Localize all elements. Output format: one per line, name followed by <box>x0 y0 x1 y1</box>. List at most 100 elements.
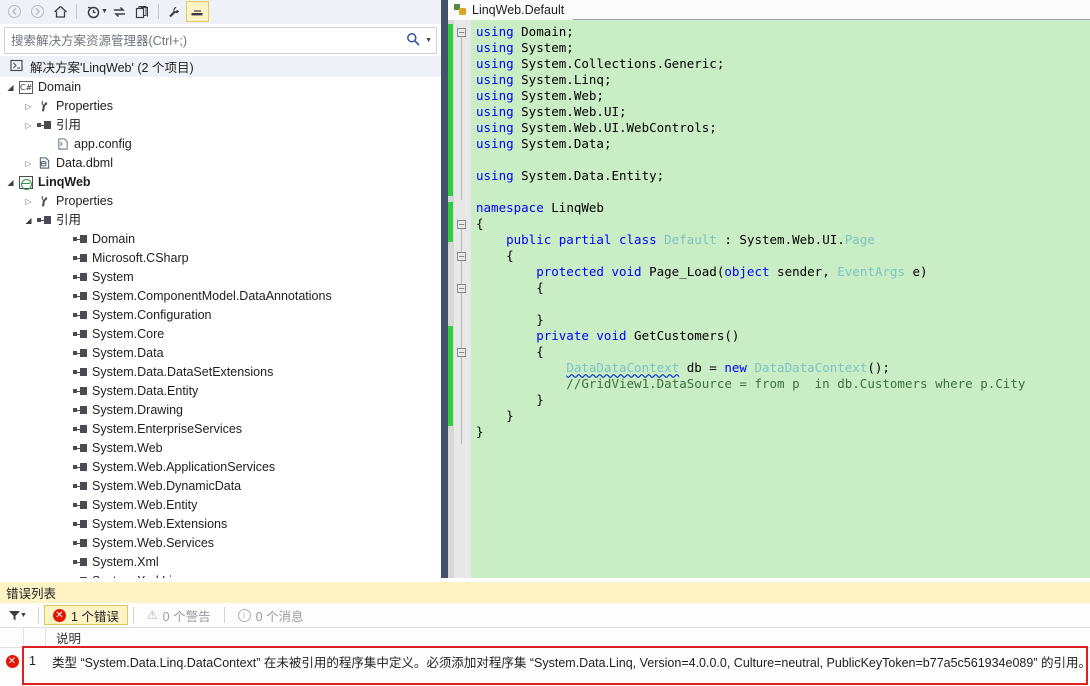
tree-item-label: System.Core <box>92 327 165 341</box>
tree-item-label: 引用 <box>56 213 82 227</box>
tree-item-system-enterpriseservices[interactable]: System.EnterpriseServices <box>0 420 441 439</box>
tree-item-system-web-dynamicdata[interactable]: System.Web.DynamicData <box>0 477 441 496</box>
error-badge-icon: ✕ <box>52 608 66 622</box>
expander-collapsed-icon[interactable]: ▷ <box>22 121 35 130</box>
expander-open-icon[interactable]: ◢ <box>4 83 17 92</box>
filter-dropdown-caret[interactable]: ▼ <box>20 612 27 619</box>
warnings-filter-button[interactable]: ⚠ 0 个警告 <box>139 605 219 625</box>
expander-collapsed-icon[interactable]: ▷ <box>22 197 35 206</box>
code-line: { <box>476 344 544 359</box>
tree-item-app-config[interactable]: app.config <box>0 135 441 154</box>
expander-collapsed-icon[interactable]: ▷ <box>22 159 35 168</box>
tree-item-system-componentmodel-dataannotations[interactable]: System.ComponentModel.DataAnnotations <box>0 287 441 306</box>
messages-filter-label: 0 个消息 <box>255 609 304 624</box>
tree-item-label: System.Web.DynamicData <box>92 479 242 493</box>
references-icon <box>71 406 89 415</box>
tree-item-data-dbml[interactable]: ▷ Data.dbml <box>0 154 441 173</box>
tree-item-system-web-applicationservices[interactable]: System.Web.ApplicationServices <box>0 458 441 477</box>
change-bar-segment <box>448 24 453 196</box>
csharp-project-icon: C# <box>19 81 33 94</box>
warnings-filter-label: 0 个警告 <box>162 609 211 624</box>
references-icon <box>71 387 89 396</box>
code-text-area[interactable]: using Domain; using System; using System.C… <box>471 20 1090 578</box>
dbml-file-icon <box>35 156 53 172</box>
search-dropdown-caret[interactable]: ▼ <box>425 37 432 44</box>
tree-item-system-web-services[interactable]: System.Web.Services <box>0 534 441 553</box>
code-line: { <box>476 248 514 263</box>
tree-item-system-web-extensions[interactable]: System.Web.Extensions <box>0 515 441 534</box>
tree-item-microsoft-csharp[interactable]: Microsoft.CSharp <box>0 249 441 268</box>
tree-item-domain[interactable]: ◢ C# Domain <box>0 78 441 97</box>
error-squiggle: DataDataContext <box>566 360 680 375</box>
outline-collapse-pageload[interactable]: − <box>457 284 466 293</box>
tree-item-system-core[interactable]: System.Core <box>0 325 441 344</box>
search-input[interactable] <box>11 33 407 48</box>
show-all-files-button[interactable] <box>131 1 154 22</box>
references-icon <box>71 349 89 358</box>
panel-splitter[interactable] <box>441 0 448 578</box>
tree-item-system-configuration[interactable]: System.Configuration <box>0 306 441 325</box>
messages-filter-button[interactable]: i 0 个消息 <box>230 605 312 625</box>
tree-item-label: System.Web.Extensions <box>92 517 228 531</box>
code-line: namespace LinqWeb <box>476 200 604 215</box>
tree-item-system-data-datasetextensions[interactable]: System.Data.DataSetExtensions <box>0 363 441 382</box>
search-box[interactable]: ▼ <box>4 27 437 54</box>
tree-item-label: Properties <box>56 194 113 208</box>
tree-item-system-web-entity[interactable]: System.Web.Entity <box>0 496 441 515</box>
references-icon <box>71 539 89 548</box>
properties-button[interactable] <box>163 1 186 22</box>
tree-item-system-xml[interactable]: System.Xml <box>0 553 441 572</box>
tree-item-label: System.Xml <box>92 555 159 569</box>
expander-collapsed-icon[interactable]: ▷ <box>22 102 35 111</box>
forward-button[interactable] <box>26 1 49 22</box>
tree-item--[interactable]: ◢ 引用 <box>0 211 441 230</box>
change-bar-segment <box>448 202 453 242</box>
error-list-title: 错误列表 <box>0 582 1090 603</box>
outlining-margin[interactable]: − − − − − <box>454 20 471 578</box>
visual-studio-window: ▼ ▼ 解决方案'LinqW <box>0 0 1090 686</box>
code-line: using System.Web.UI; <box>476 104 627 119</box>
code-line: using System.Web; <box>476 88 604 103</box>
outline-collapse-getcustomers[interactable]: − <box>457 348 466 357</box>
expander-open-icon[interactable]: ◢ <box>22 216 35 225</box>
editor-tab-linqweb-default[interactable]: LinqWeb.Default <box>448 0 574 20</box>
tree-item-linqweb[interactable]: ◢ LinqWeb <box>0 173 441 192</box>
tree-item-system-web[interactable]: System.Web <box>0 439 441 458</box>
solution-icon <box>10 59 24 75</box>
search-icon[interactable] <box>406 32 420 49</box>
filter-icon[interactable]: ▼ <box>8 609 33 622</box>
tree-item-domain[interactable]: Domain <box>0 230 441 249</box>
expander-open-icon[interactable]: ◢ <box>4 178 17 187</box>
collapse-all-button[interactable] <box>185 1 209 22</box>
errors-filter-button[interactable]: ✕ 1 个错误 <box>43 605 128 625</box>
outline-collapse-class[interactable]: − <box>457 252 466 261</box>
solution-root-row[interactable]: 解决方案'LinqWeb' (2 个项目) <box>0 56 441 77</box>
references-icon <box>71 425 89 434</box>
editor-body[interactable]: − − − − − using Domain; using System; usin… <box>448 20 1090 578</box>
outline-collapse-usings[interactable]: − <box>457 28 466 37</box>
code-line: using System.Linq; <box>476 72 612 87</box>
outline-collapse-namespace[interactable]: − <box>457 220 466 229</box>
tree-item-properties[interactable]: ▷ Properties <box>0 192 441 211</box>
code-line: { <box>476 216 484 231</box>
tree-item-system[interactable]: System <box>0 268 441 287</box>
code-line: using Domain; <box>476 24 574 39</box>
tree-item-label: Microsoft.CSharp <box>92 251 189 265</box>
tree-item-properties[interactable]: ▷ Properties <box>0 97 441 116</box>
references-icon <box>71 292 89 301</box>
error-list-toolbar: ▼ ✕ 1 个错误 ⚠ 0 个警告 i 0 个消息 <box>0 603 1090 628</box>
tree-item-system-drawing[interactable]: System.Drawing <box>0 401 441 420</box>
wrench-icon <box>35 99 53 115</box>
code-line: } <box>476 408 514 423</box>
tree-item--[interactable]: ▷ 引用 <box>0 116 441 135</box>
home-button[interactable] <box>49 1 72 22</box>
column-header-description[interactable]: 说明 <box>46 628 81 647</box>
sync-with-active-document-button[interactable] <box>108 1 131 22</box>
error-list-row[interactable]: ✕ 1 类型 “System.Data.Linq.DataContext” 在未… <box>0 648 1090 674</box>
pending-changes-dropdown-caret[interactable]: ▼ <box>101 8 108 15</box>
tree-item-system-data[interactable]: System.Data <box>0 344 441 363</box>
back-button[interactable] <box>3 1 26 22</box>
tree-item-system-data-entity[interactable]: System.Data.Entity <box>0 382 441 401</box>
